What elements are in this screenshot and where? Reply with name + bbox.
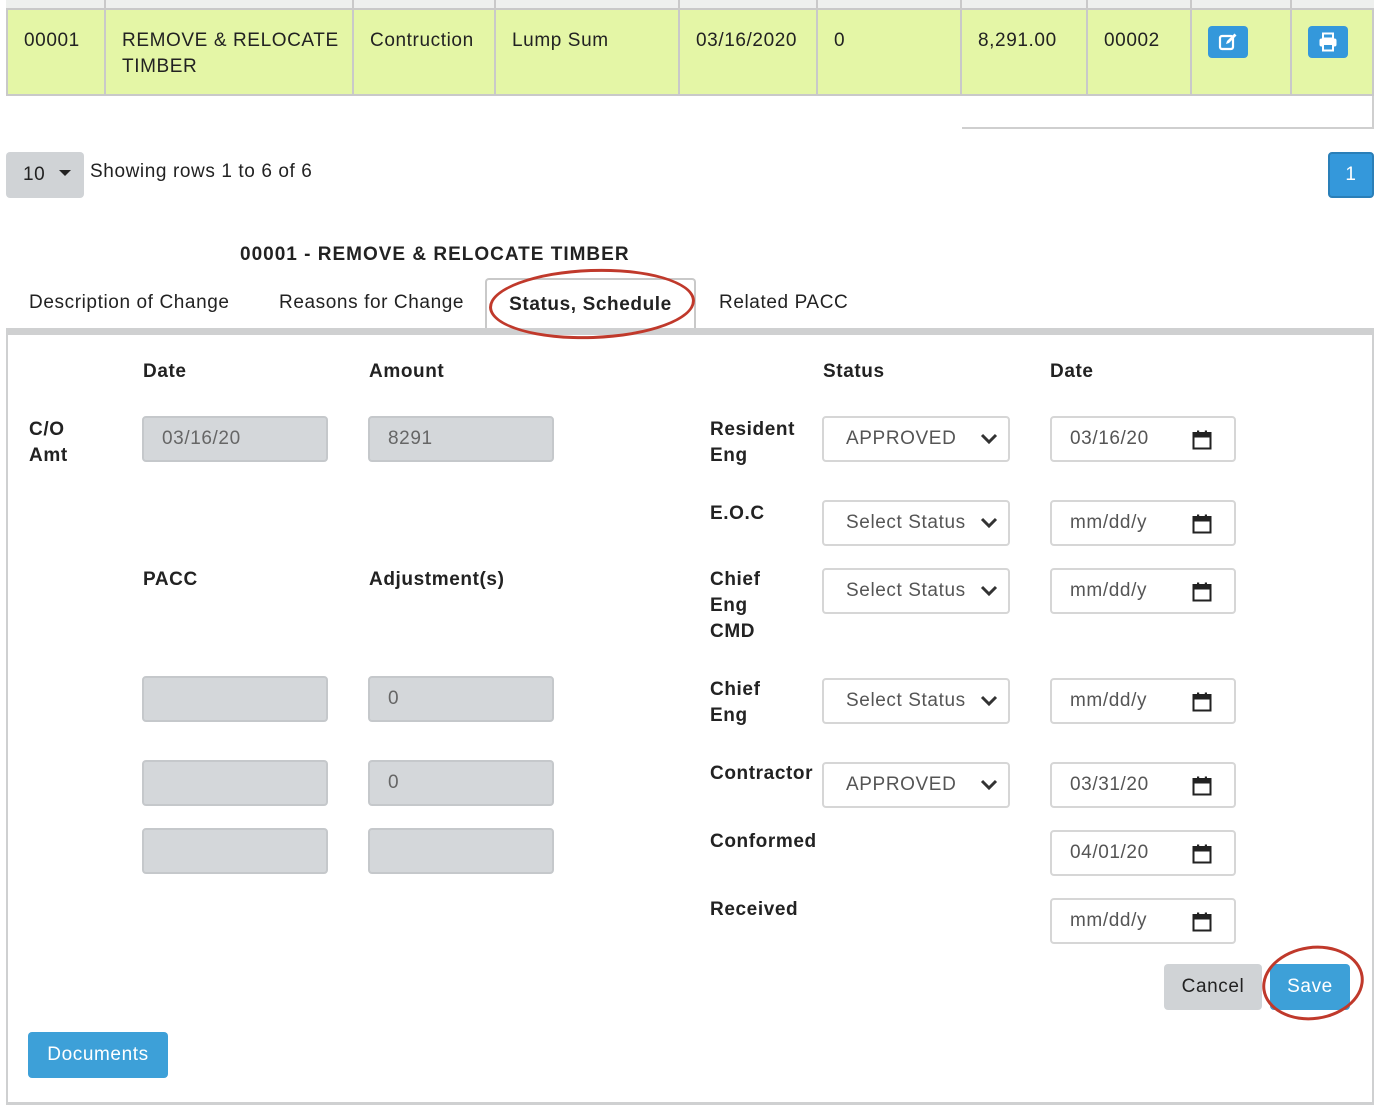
cell-basis: Lump Sum <box>496 0 680 94</box>
status-select-value: APPROVED <box>846 428 957 449</box>
calendar-icon[interactable] <box>1192 692 1212 712</box>
row-label-chief-eng-cmd: Chief Eng CMD <box>710 569 761 642</box>
cell-edit <box>1192 0 1292 94</box>
date-input-value: 04/01/20 <box>1070 842 1149 863</box>
date-input-value: mm/dd/y <box>1070 512 1148 533</box>
date-input-resident-eng[interactable]: 03/16/20 <box>1050 416 1236 462</box>
status-select-eoc[interactable]: Select Status <box>822 500 1010 546</box>
cell-date: 03/16/2020 <box>680 0 818 94</box>
pacc-field-3 <box>142 828 328 874</box>
status-select-contractor[interactable]: APPROVED <box>822 762 1010 808</box>
date-input-conformed[interactable]: 04/01/20 <box>1050 830 1236 876</box>
date-input-value: mm/dd/y <box>1070 690 1148 711</box>
row-label-resident-eng: Resident Eng <box>710 419 796 466</box>
cancel-button[interactable]: Cancel <box>1164 964 1262 1010</box>
documents-button[interactable]: Documents <box>28 1032 168 1078</box>
print-icon <box>1319 32 1337 52</box>
tab-underline <box>6 328 1374 335</box>
calendar-icon[interactable] <box>1192 776 1212 796</box>
cell-amount: 8,291.00 <box>962 0 1088 94</box>
col-header-date: Date <box>143 361 187 382</box>
status-select-value: Select Status <box>846 512 966 533</box>
date-input-value: mm/dd/y <box>1070 910 1148 931</box>
date-input-received[interactable]: mm/dd/y <box>1050 898 1236 944</box>
caret-down-icon <box>59 170 72 176</box>
calendar-icon[interactable] <box>1192 912 1212 932</box>
co-amount-field: 8291 <box>368 416 554 462</box>
chevron-down-icon <box>980 695 998 707</box>
row-label-chief-eng: Chief Eng <box>710 679 761 726</box>
cell-print <box>1292 0 1372 94</box>
tab-reasons-for-change[interactable]: Reasons for Change <box>279 292 464 314</box>
status-select-value: Select Status <box>846 580 966 601</box>
chevron-down-icon <box>980 517 998 529</box>
pacc-field-1 <box>142 676 328 722</box>
cell-type: Contruction <box>354 0 496 94</box>
detail-title: 00001 - REMOVE & RELOCATE TIMBER <box>240 244 630 265</box>
row-label-eoc: E.O.C <box>710 503 765 524</box>
cell-number: 00001 <box>8 0 106 94</box>
edit-icon <box>1218 33 1237 51</box>
date-input-contractor[interactable]: 03/31/20 <box>1050 762 1236 808</box>
print-button[interactable] <box>1308 26 1348 58</box>
adjustment-field-1: 0 <box>368 676 554 722</box>
table-bottom-border <box>962 127 1374 129</box>
page-size-value: 10 <box>23 164 46 185</box>
page-size-dropdown[interactable]: 10 <box>6 152 84 198</box>
chevron-down-icon <box>980 585 998 597</box>
adjustment-field-2: 0 <box>368 760 554 806</box>
adjustment-field-3 <box>368 828 554 874</box>
cell-ref: 00002 <box>1088 0 1192 94</box>
row-label-received: Received <box>710 899 799 920</box>
pacc-field-2 <box>142 760 328 806</box>
calendar-icon[interactable] <box>1192 514 1212 534</box>
co-date-field: 03/16/20 <box>142 416 328 462</box>
edit-button[interactable] <box>1208 26 1248 58</box>
date-input-value: 03/31/20 <box>1070 774 1149 795</box>
co-amt-label: C/O Amt <box>29 419 68 466</box>
col-header-status: Status <box>823 361 885 382</box>
status-select-chief-eng-cmd[interactable]: Select Status <box>822 568 1010 614</box>
chevron-down-icon <box>980 433 998 445</box>
status-select-resident-eng[interactable]: APPROVED <box>822 416 1010 462</box>
table-right-border <box>1372 96 1374 129</box>
date-input-value: 03/16/20 <box>1070 428 1149 449</box>
tab-description-of-change[interactable]: Description of Change <box>29 292 230 314</box>
calendar-icon[interactable] <box>1192 582 1212 602</box>
status-select-value: APPROVED <box>846 774 957 795</box>
col-header-adjustments: Adjustment(s) <box>369 569 505 590</box>
col-header-pacc: PACC <box>143 569 198 590</box>
cell-days: 0 <box>818 0 962 94</box>
page-button-1[interactable]: 1 <box>1328 152 1374 198</box>
chevron-down-icon <box>980 779 998 791</box>
cell-description: REMOVE & RELOCATE TIMBER <box>106 0 354 94</box>
status-select-chief-eng[interactable]: Select Status <box>822 678 1010 724</box>
calendar-icon[interactable] <box>1192 844 1212 864</box>
date-input-chief-eng-cmd[interactable]: mm/dd/y <box>1050 568 1236 614</box>
col-header-amount: Amount <box>369 361 445 382</box>
tab-related-pacc[interactable]: Related PACC <box>719 292 848 314</box>
row-label-contractor: Contractor <box>710 763 814 784</box>
date-input-eoc[interactable]: mm/dd/y <box>1050 500 1236 546</box>
row-label-conformed: Conformed <box>710 831 817 852</box>
pagination-info: Showing rows 1 to 6 of 6 <box>90 161 313 182</box>
calendar-icon[interactable] <box>1192 430 1212 450</box>
table-row[interactable]: 00001 REMOVE & RELOCATE TIMBER Contructi… <box>6 0 1374 96</box>
status-select-value: Select Status <box>846 690 966 711</box>
date-input-chief-eng[interactable]: mm/dd/y <box>1050 678 1236 724</box>
date-input-value: mm/dd/y <box>1070 580 1148 601</box>
col-header-status-date: Date <box>1050 361 1094 382</box>
